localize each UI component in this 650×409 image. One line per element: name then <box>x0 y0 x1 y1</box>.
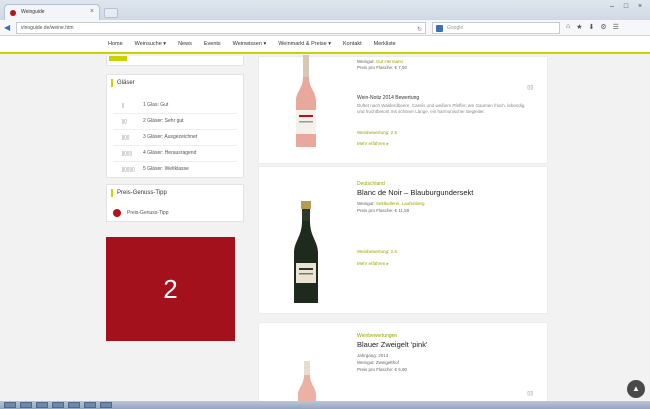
glass-1-icon: ▯ <box>121 101 125 109</box>
divider <box>113 129 237 130</box>
back-button[interactable]: ◀ <box>4 23 14 33</box>
glas-legend-label: 5 Gläser: Weltklasse <box>143 166 189 172</box>
taskbar-app-icon[interactable] <box>36 402 48 408</box>
more-info-link[interactable]: Mehr erfahren ▸ <box>357 261 389 267</box>
sparkling-wine-bottle-image <box>294 201 318 303</box>
taskbar-app-icon[interactable] <box>52 402 64 408</box>
glas-legend-label: 4 Gläser: Herausragend <box>143 150 197 156</box>
glas-legend-item: ▯▯▯▯▯ 5 Gläser: Weltklasse <box>113 163 189 175</box>
wine-weingut: Weingut: Zweigelthof <box>357 360 399 365</box>
divider <box>113 113 237 114</box>
url-input[interactable]: vinoguide.de/weine.htm ↻ <box>16 22 426 34</box>
wine-note-title: Wein-Notiz 2014 Bewertung <box>357 95 420 101</box>
maximize-button[interactable]: □ <box>620 2 632 11</box>
glas-legend-label: 2 Gläser: Sehr gut <box>143 118 184 124</box>
wine-vintage: Jahrgang: 2013 <box>357 353 389 358</box>
nav-item-weinwissen[interactable]: Weinwissen ▾ <box>233 41 267 47</box>
nav-item-weinsuche[interactable]: Weinsuche ▾ <box>135 41 166 47</box>
nav-item-events[interactable]: Events <box>204 41 221 47</box>
wine-name[interactable]: Blauer Zweigelt 'pink' <box>357 340 427 349</box>
bookmark-star-icon[interactable]: ★ <box>576 23 582 31</box>
more-info-link[interactable]: Mehr erfahren ▸ <box>357 141 389 147</box>
wine-rating-link[interactable]: Weinbewertung: 2,5 <box>357 249 397 254</box>
browser-tab[interactable]: Weinguide × <box>4 4 100 20</box>
nav-item-weinmarkt[interactable]: Weinmarkt & Preise ▾ <box>278 41 331 47</box>
site-favicon-icon <box>10 10 16 16</box>
menu-icon[interactable]: ☰ <box>613 23 619 31</box>
glass-4-icon: ▯▯▯▯ <box>121 149 132 157</box>
glas-legend-label: 3 Gläser: Ausgezeichnet <box>143 134 198 140</box>
wine-price: Preis pro Flasche: € 6,90 <box>357 367 408 372</box>
nav-item-news[interactable]: News <box>178 41 192 47</box>
browser-tab-bar: Weinguide × – □ × <box>0 0 650 20</box>
preis-genuss-box: Preis-Genuss-Tipp Preis-Genuss-Tipp <box>106 184 244 222</box>
wine-weingut: Weingut: Sektkellerei, Laufenberg <box>357 201 425 206</box>
tab-title: Weinguide <box>21 9 45 15</box>
advertisement-banner[interactable]: 2 <box>106 237 235 341</box>
nav-item-kontakt[interactable]: Kontakt <box>343 41 362 47</box>
wine-rating-link[interactable]: Weinbewertung: 2,5 <box>357 130 397 135</box>
toolbar-icons: ⌂ ★ ⬇ ⚙ ☰ <box>566 23 619 31</box>
wine-price: Preis pro Flasche: € 11,50 <box>357 208 410 213</box>
glass-5-icon: ▯▯▯▯▯ <box>121 165 135 173</box>
nav-item-home[interactable]: Home <box>108 41 123 47</box>
accent-bar <box>109 56 127 61</box>
os-taskbar <box>0 401 650 409</box>
ad-number: 2 <box>163 273 178 304</box>
settings-gear-icon[interactable]: ⚙ <box>600 23 606 31</box>
new-tab-button[interactable] <box>104 8 118 18</box>
url-text: vinoguide.de/weine.htm <box>21 25 74 31</box>
glas-legend-item: ▯▯▯ 3 Gläser: Ausgezeichnet <box>113 131 197 143</box>
window-controls: – □ × <box>606 2 646 11</box>
close-window-button[interactable]: × <box>634 2 646 11</box>
wine-card: Weinbewertungen Blauer Zweigelt 'pink' J… <box>258 322 548 409</box>
glass-rating-icon: ▯▯ <box>526 389 535 397</box>
scroll-to-top-button[interactable]: ▲ <box>627 380 645 398</box>
search-input[interactable]: Google <box>432 22 560 34</box>
taskbar-app-icon[interactable] <box>100 402 112 408</box>
glass-2-icon: ▯▯ <box>121 117 127 125</box>
taskbar-app-icon[interactable] <box>84 402 96 408</box>
glass-rating-icon: ▯▯ <box>526 83 535 91</box>
preis-genuss-label: Preis-Genuss-Tipp <box>127 210 169 216</box>
reload-icon[interactable]: ↻ <box>417 25 422 35</box>
glass-3-icon: ▯▯▯ <box>121 133 130 141</box>
tab-close-icon[interactable]: × <box>90 8 94 15</box>
wine-category[interactable]: Weinbewertungen <box>357 333 397 339</box>
divider <box>113 145 237 146</box>
glas-legend-title: Gläser <box>111 79 135 87</box>
glas-legend-item: ▯▯ 2 Gläser: Sehr gut <box>113 115 184 127</box>
download-icon[interactable]: ⬇ <box>589 23 595 31</box>
preis-genuss-title: Preis-Genuss-Tipp <box>111 189 167 197</box>
search-engine-icon <box>436 25 443 32</box>
address-bar-row: ◀ vinoguide.de/weine.htm ↻ Google ⌂ ★ ⬇ … <box>0 20 650 36</box>
start-button[interactable] <box>4 402 16 408</box>
glas-legend-item: ▯▯▯▯ 4 Gläser: Herausragend <box>113 147 196 159</box>
glas-legend-label: 1 Glas: Gut <box>143 102 169 108</box>
search-placeholder: Google <box>447 25 464 31</box>
wine-card: Deutschland Blanc de Noir – Blauburgunde… <box>258 166 548 314</box>
taskbar-app-icon[interactable] <box>68 402 80 408</box>
home-icon[interactable]: ⌂ <box>566 23 570 31</box>
minimize-button[interactable]: – <box>606 2 618 11</box>
rose-wine-bottle-image <box>296 55 316 147</box>
site-navigation: Home Weinsuche ▾ News Events Weinwissen … <box>0 36 650 54</box>
glas-legend-item: ▯ 1 Glas: Gut <box>113 99 168 111</box>
wine-card: Weingut: Gut Hermann Preis pro Flasche: … <box>258 55 548 164</box>
wine-price: Preis pro Flasche: € 7,50 <box>357 65 408 70</box>
sidebar-box-previous <box>106 56 244 66</box>
taskbar-app-icon[interactable] <box>20 402 32 408</box>
glas-legend-box: Gläser ▯ 1 Glas: Gut ▯▯ 2 Gläser: Sehr g… <box>106 74 244 178</box>
divider <box>113 161 237 162</box>
wine-name[interactable]: Blanc de Noir – Blauburgundersekt <box>357 188 473 197</box>
wine-category[interactable]: Deutschland <box>357 181 385 187</box>
wine-note-text: Duftet nach Walderdbeere, Cassis und wei… <box>357 103 525 114</box>
preis-genuss-badge-icon <box>113 209 121 217</box>
nav-item-merkliste[interactable]: Merkliste <box>374 41 396 47</box>
